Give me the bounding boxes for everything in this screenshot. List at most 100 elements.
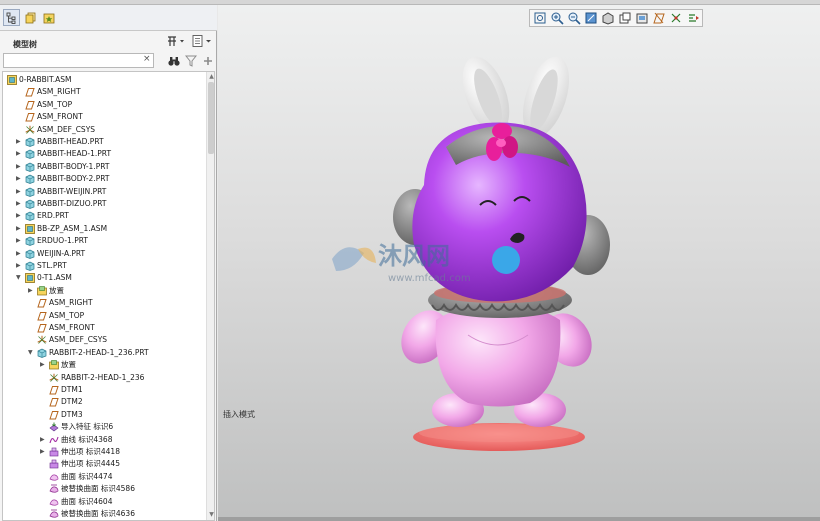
tree-row-label: 0-T1.ASM <box>37 273 72 283</box>
collapse-arrow-icon[interactable]: ▼ <box>28 347 35 359</box>
watermark-brand: 沐风网 <box>378 242 450 270</box>
expand-arrow-icon[interactable]: ▶ <box>40 446 47 458</box>
tree-row[interactable]: ▼ 0-T1.ASM <box>3 272 206 284</box>
expand-arrow-icon[interactable]: ▶ <box>16 235 23 247</box>
expand-arrow-icon[interactable]: ▶ <box>16 136 23 148</box>
add-column-icon[interactable] <box>202 54 214 68</box>
expand-arrow-icon[interactable]: ▶ <box>16 248 23 260</box>
tree-row[interactable]: ▶ ERDUO-1.PRT <box>3 235 206 247</box>
watermark-logo: 沐风网 www.mfcad.com <box>332 242 471 284</box>
filter-funnel-icon[interactable] <box>185 54 197 68</box>
expand-arrow-icon[interactable]: ▶ <box>16 223 23 235</box>
expand-arrow-icon[interactable]: ▶ <box>40 359 47 371</box>
expand-arrow-icon[interactable]: ▶ <box>16 186 23 198</box>
tree-row[interactable]: ▶ 伸出项 标识4418 <box>3 446 206 458</box>
tree-row[interactable]: ▶ RABBIT-HEAD-1.PRT <box>3 148 206 160</box>
datum-plane-icon <box>49 385 59 395</box>
part-icon <box>25 174 35 185</box>
tree-row[interactable]: ASM_DEF_CSYS <box>3 334 206 346</box>
expand-arrow-icon[interactable]: ▶ <box>40 434 47 446</box>
datum-plane-icon <box>37 323 47 333</box>
tree-row[interactable]: ▶ WEIJIN-A.PRT <box>3 248 206 260</box>
folder-browser-icon <box>25 12 36 24</box>
model-tree: 0-RABBIT.ASM ASM_RIGHT ASM_TOP ASM_FRONT ASM… <box>2 71 215 521</box>
csys-icon <box>37 335 47 345</box>
tree-row-label: ASM_FRONT <box>37 112 83 122</box>
graphics-window[interactable]: 沐风网 www.mfcad.com 插入模式 <box>218 5 820 517</box>
favorites-tab[interactable] <box>40 9 57 26</box>
tree-scrollbar[interactable]: ▲ ▼ <box>206 72 214 520</box>
part-icon <box>25 149 35 160</box>
expand-arrow-icon[interactable]: ▶ <box>16 161 23 173</box>
expand-arrow-icon[interactable]: ▶ <box>16 260 23 272</box>
scrollbar-thumb[interactable] <box>208 82 214 154</box>
tree-row-label: DTM1 <box>61 385 83 394</box>
tree-row[interactable]: 伸出项 标识4445 <box>3 458 206 470</box>
tree-row[interactable]: ASM_RIGHT <box>3 86 206 98</box>
tree-row[interactable]: ASM_DEF_CSYS <box>3 124 206 136</box>
expand-arrow-icon[interactable]: ▶ <box>16 148 23 160</box>
expand-arrow-icon[interactable]: ▶ <box>16 198 23 210</box>
navigator-panel: 模型树 × 0-RABBIT.ASM ASM_RIGHT ASM_TOP ASM_FR… <box>0 5 217 521</box>
model-tree-title: 模型树 <box>13 40 37 49</box>
part-icon <box>25 137 35 147</box>
rabbit-model-render[interactable] <box>218 5 820 517</box>
csys-icon <box>25 125 35 135</box>
expand-arrow-icon[interactable]: ▶ <box>16 210 23 222</box>
tree-row[interactable]: 被替换曲面 标识4636 <box>3 508 206 520</box>
collapse-arrow-icon[interactable]: ▼ <box>16 272 23 284</box>
tree-row[interactable]: 导入特征 标识6 <box>3 421 206 433</box>
show-menu-icon[interactable] <box>191 34 215 48</box>
tree-row-label: ASM_TOP <box>49 310 85 320</box>
tree-row[interactable]: ▶ STL.PRT <box>3 260 206 272</box>
tree-row[interactable]: 曲面 标识4474 <box>3 471 206 483</box>
insert-mode-label: 插入模式 <box>223 410 255 419</box>
tree-row[interactable]: ASM_TOP <box>3 99 206 111</box>
tree-row[interactable]: ▶ RABBIT-DIZUO.PRT <box>3 198 206 210</box>
tree-row[interactable]: 被替换曲面 标识4586 <box>3 483 206 495</box>
tree-row-label: 被替换曲面 标识4636 <box>61 509 135 518</box>
tree-row[interactable]: ▶ ERD.PRT <box>3 210 206 222</box>
tree-row[interactable]: ▶ RABBIT-BODY-2.PRT <box>3 173 206 185</box>
tree-row[interactable]: ASM_TOP <box>3 310 206 322</box>
expand-arrow-icon[interactable]: ▶ <box>28 285 35 297</box>
tree-row-label: 曲面 标识4474 <box>61 471 113 481</box>
tree-row[interactable]: ▼ RABBIT-2-HEAD-1_236.PRT <box>3 347 206 359</box>
tree-row[interactable]: RABBIT-2-HEAD-1_236 <box>3 372 206 384</box>
tree-row-label: 被替换曲面 标识4586 <box>61 484 135 494</box>
tree-row[interactable]: DTM1 <box>3 384 206 396</box>
tree-row-label: DTM3 <box>61 409 83 419</box>
part-icon <box>25 199 35 209</box>
tree-row[interactable]: ▶ BB-ZP_ASM_1.ASM <box>3 223 206 235</box>
tree-row[interactable]: ▶ RABBIT-WEIJIN.PRT <box>3 186 206 198</box>
tree-row[interactable]: ▶ RABBIT-HEAD.PRT <box>3 136 206 148</box>
tree-row[interactable]: ▶ 曲线 标识4368 <box>3 434 206 446</box>
tree-row[interactable]: ▶ 放置 <box>3 285 206 297</box>
tree-row[interactable]: ASM_FRONT <box>3 322 206 334</box>
protrusion-icon <box>49 447 59 457</box>
placement-icon <box>49 360 59 370</box>
tree-row-label: ERD.PRT <box>37 211 69 221</box>
tree-row[interactable]: DTM3 <box>3 409 206 421</box>
expand-arrow-icon[interactable]: ▶ <box>16 173 23 185</box>
tree-row[interactable]: 0-RABBIT.ASM <box>3 74 206 86</box>
search-clear-button[interactable]: × <box>143 54 153 66</box>
tree-row-label: RABBIT-HEAD.PRT <box>37 137 104 146</box>
scroll-up-icon[interactable]: ▲ <box>208 73 214 80</box>
find-binoculars-icon[interactable] <box>167 54 181 68</box>
tree-row[interactable]: ▶ RABBIT-BODY-1.PRT <box>3 161 206 173</box>
tree-row[interactable]: ASM_RIGHT <box>3 297 206 309</box>
model-tree-tab[interactable] <box>3 9 20 26</box>
tree-row[interactable]: DTM2 <box>3 396 206 408</box>
tree-row-label: 导入特征 标识6 <box>61 422 114 432</box>
tree-row[interactable]: 曲面 标识4604 <box>3 496 206 508</box>
tree-settings-icon[interactable] <box>166 34 186 48</box>
part-icon <box>37 348 47 358</box>
tree-row-label: RABBIT-DIZUO.PRT <box>37 199 107 208</box>
tree-search-input[interactable] <box>3 53 154 68</box>
tree-row[interactable]: ASM_FRONT <box>3 111 206 123</box>
tree-row-label: 曲面 标识4604 <box>61 496 113 506</box>
scroll-down-icon[interactable]: ▼ <box>208 511 214 518</box>
folder-browser-tab[interactable] <box>22 9 39 26</box>
tree-row[interactable]: ▶ 放置 <box>3 359 206 371</box>
